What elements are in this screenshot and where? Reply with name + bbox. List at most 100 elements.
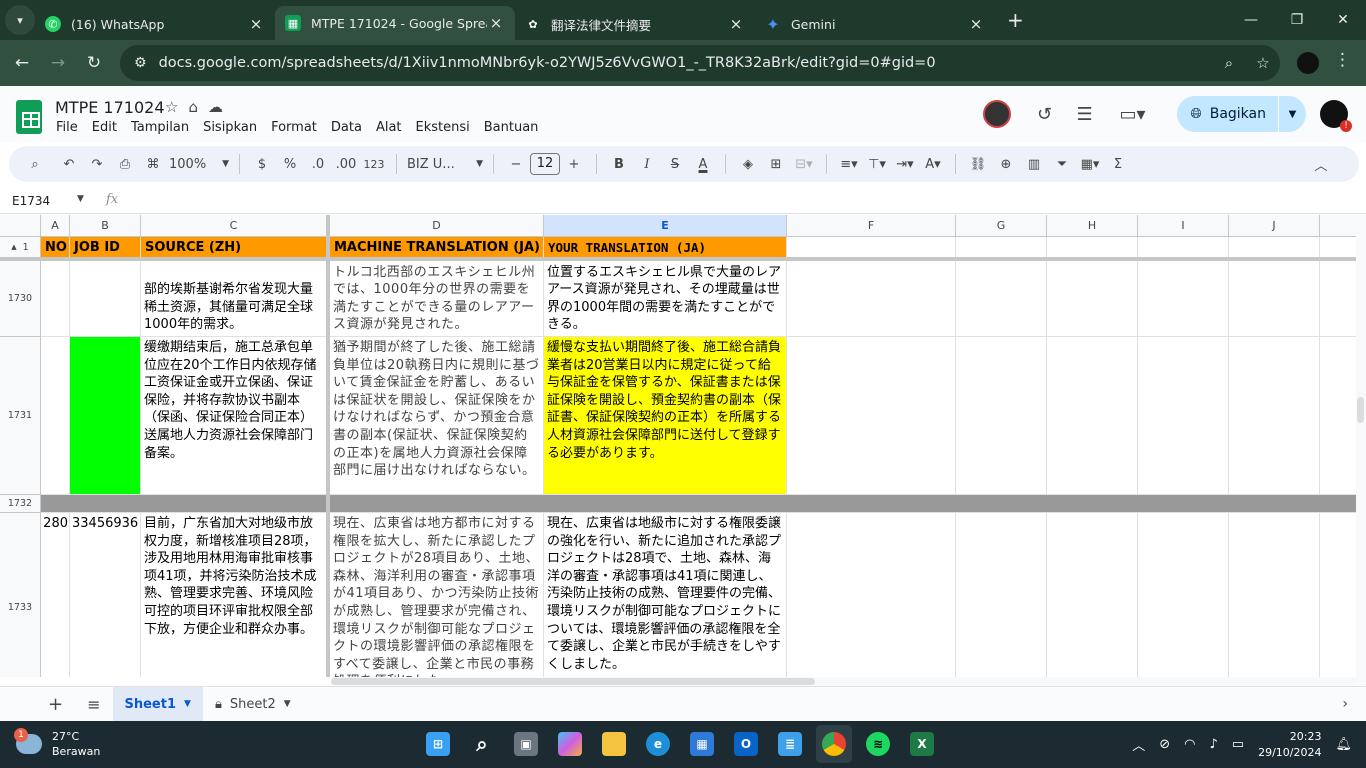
restore-button[interactable]: ❐ bbox=[1274, 0, 1320, 40]
frozen-column-divider[interactable] bbox=[326, 215, 330, 677]
empty-cell[interactable] bbox=[787, 237, 956, 258]
strikethrough-icon[interactable]: S bbox=[661, 150, 689, 178]
undo-icon[interactable]: ↶ bbox=[55, 150, 83, 178]
search-button[interactable]: ⌕ bbox=[464, 725, 500, 763]
zoom-select[interactable]: 100% ▼ bbox=[167, 150, 231, 178]
minimize-button[interactable]: — bbox=[1228, 0, 1274, 40]
notifications-icon[interactable]: 🔔︎ bbox=[1335, 737, 1352, 752]
menu-edit[interactable]: Edit bbox=[92, 120, 117, 135]
horizontal-scrollbar[interactable] bbox=[331, 677, 1356, 686]
text-color-icon[interactable]: A bbox=[689, 150, 717, 178]
tab-whatsapp[interactable]: ✆ (16) WhatsApp × bbox=[35, 8, 275, 40]
column-header-d[interactable]: D bbox=[330, 215, 544, 237]
empty-cell[interactable] bbox=[1138, 513, 1229, 677]
network-off-icon[interactable]: ⊘ bbox=[1159, 737, 1170, 752]
filter-icon[interactable]: ⏷ bbox=[1048, 150, 1076, 178]
column-header-b[interactable]: B bbox=[70, 215, 141, 237]
empty-cell[interactable] bbox=[1320, 261, 1356, 337]
share-main[interactable]: 🌐︎ Bagikan bbox=[1177, 96, 1278, 132]
cell-your-translation[interactable]: 緩慢な支払い期間終了後、施工総合請負業者は20営業日以内に規定に従って給与保証金… bbox=[544, 337, 787, 495]
collaborator-avatar[interactable] bbox=[982, 100, 1011, 128]
url-text[interactable]: docs.google.com/spreadsheets/d/1Xiiv1nmo… bbox=[159, 55, 1212, 71]
cell-source[interactable]: 缓缴期结束后，施工总承包单位应在20个工作日内依规存储工资保证金或开立保函、保证… bbox=[141, 337, 327, 495]
text-wrapping-icon[interactable]: ⇥▾ bbox=[891, 150, 919, 178]
column-header-h[interactable]: H bbox=[1047, 215, 1138, 237]
borders-icon[interactable]: ⊞ bbox=[762, 150, 790, 178]
move-folder-icon[interactable]: ⌂ bbox=[188, 98, 198, 116]
star-icon[interactable]: ☆ bbox=[165, 98, 178, 116]
text-rotation-icon[interactable]: A▾ bbox=[919, 150, 947, 178]
percent-format-button[interactable]: % bbox=[276, 150, 304, 178]
menu-view[interactable]: Tampilan bbox=[131, 120, 189, 135]
excel-button[interactable]: X bbox=[904, 725, 940, 763]
column-header-c[interactable]: C bbox=[141, 215, 327, 237]
notepad-button[interactable]: ≣ bbox=[772, 725, 808, 763]
tab-search-icon[interactable]: ▾ bbox=[5, 5, 35, 35]
empty-cell[interactable] bbox=[1047, 237, 1138, 258]
all-sheets-icon[interactable]: ≡ bbox=[75, 687, 112, 722]
empty-cell[interactable] bbox=[956, 261, 1047, 337]
browser-menu-icon[interactable]: ⋮ bbox=[1334, 50, 1351, 70]
column-header-i[interactable]: I bbox=[1138, 215, 1229, 237]
cell-your-translation[interactable]: 位置するエスキシェヒル県で大量のレアアース資源が発見され、その埋蔵量は世界の10… bbox=[544, 261, 787, 337]
fill-color-icon[interactable]: ◈ bbox=[734, 150, 762, 178]
menu-format[interactable]: Format bbox=[271, 120, 317, 135]
empty-cell[interactable] bbox=[1320, 237, 1356, 258]
cell-no[interactable] bbox=[41, 337, 70, 495]
empty-cell[interactable] bbox=[1138, 237, 1229, 258]
name-box[interactable]: E1734 bbox=[12, 194, 50, 208]
vertical-scrollbar[interactable] bbox=[1356, 215, 1366, 685]
merge-cells-icon[interactable]: ⊟▾ bbox=[790, 150, 818, 178]
row-header[interactable]: ▲ 1 bbox=[0, 237, 41, 258]
spotify-button[interactable]: ≋ bbox=[860, 725, 896, 763]
name-box-dropdown-icon[interactable]: ▼ bbox=[77, 194, 84, 204]
sheet-tab-sheet1[interactable]: Sheet1 ▼ bbox=[112, 686, 203, 722]
cell-job-id[interactable]: 33456936 bbox=[70, 513, 141, 677]
redo-icon[interactable]: ↷ bbox=[83, 150, 111, 178]
cloud-status-icon[interactable]: ☁ bbox=[208, 98, 223, 116]
increase-font-size-button[interactable]: + bbox=[560, 150, 588, 178]
doc-title[interactable]: MTPE 171024 bbox=[55, 98, 165, 117]
row-header[interactable]: 1733 bbox=[0, 513, 41, 677]
cell-no[interactable] bbox=[41, 261, 70, 337]
empty-cell[interactable] bbox=[1229, 513, 1320, 677]
empty-cell[interactable] bbox=[1229, 237, 1320, 258]
header-machine-translation[interactable]: MACHINE TRANSLATION (JA) bbox=[330, 237, 544, 258]
tab-gemini[interactable]: ✦ Gemini × bbox=[755, 8, 995, 40]
vertical-scroll-thumb[interactable] bbox=[1357, 397, 1364, 423]
add-sheet-button[interactable]: + bbox=[36, 687, 75, 722]
search-menus-icon[interactable]: ⌕ bbox=[21, 150, 49, 178]
more-formats-button[interactable]: 123 bbox=[360, 150, 388, 178]
sheet-tab-sheet2[interactable]: 🔒︎ Sheet2 ▼ bbox=[203, 687, 303, 722]
increase-decimal-button[interactable]: .00 bbox=[332, 150, 360, 178]
empty-cell[interactable] bbox=[1320, 513, 1356, 677]
empty-cell[interactable] bbox=[956, 237, 1047, 258]
site-info-icon[interactable]: ⚙ bbox=[134, 55, 147, 71]
empty-cell[interactable] bbox=[787, 261, 956, 337]
column-header-a[interactable]: A bbox=[41, 215, 70, 237]
empty-cell[interactable] bbox=[1138, 261, 1229, 337]
cell-machine-translation[interactable]: 現在、広東省は地方都市に対する権限を拡大し、新たに承認したプロジェクトが28項目… bbox=[330, 513, 544, 677]
omnibox[interactable]: ⚙ docs.google.com/spreadsheets/d/1Xiiv1n… bbox=[120, 45, 1280, 81]
side-panel-toggle-icon[interactable]: › bbox=[1342, 696, 1348, 712]
header-no[interactable]: NO bbox=[41, 237, 70, 258]
row-header[interactable]: 1730 bbox=[0, 261, 41, 337]
column-header-f[interactable]: F bbox=[787, 215, 956, 237]
functions-icon[interactable]: Σ bbox=[1104, 150, 1132, 178]
share-dropdown-icon[interactable]: ▼ bbox=[1278, 96, 1306, 132]
reload-button[interactable]: ↻ bbox=[76, 45, 112, 81]
volume-icon[interactable]: ♪ bbox=[1209, 737, 1217, 752]
account-avatar[interactable] bbox=[1320, 100, 1352, 132]
collapse-toolbar-icon[interactable]: ︿ bbox=[1307, 150, 1335, 178]
store-button[interactable]: ▦ bbox=[684, 725, 720, 763]
show-hidden-icons[interactable]: ︿ bbox=[1132, 735, 1145, 754]
font-select[interactable]: BIZ U... ▼ bbox=[405, 150, 485, 178]
empty-cell[interactable] bbox=[956, 513, 1047, 677]
cell-job-id[interactable] bbox=[70, 261, 141, 337]
font-size-input[interactable]: 12 bbox=[530, 153, 560, 175]
empty-cell[interactable] bbox=[956, 337, 1047, 495]
menu-file[interactable]: File bbox=[56, 120, 78, 135]
version-history-icon[interactable]: ↺ bbox=[1025, 104, 1065, 125]
horizontal-scroll-thumb[interactable] bbox=[331, 678, 815, 685]
horizontal-align-icon[interactable]: ≡▾ bbox=[835, 150, 863, 178]
